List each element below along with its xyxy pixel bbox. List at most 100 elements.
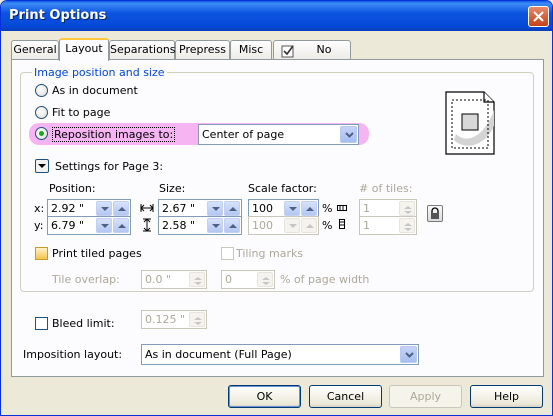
size-width-up[interactable] xyxy=(224,201,240,216)
cancel-button[interactable]: Cancel xyxy=(309,385,382,408)
reposition-target-value: Center of page xyxy=(202,128,285,141)
tiles-x-value: 1 xyxy=(363,202,370,215)
lock-ratio-button[interactable] xyxy=(427,205,443,222)
tiling-marks-checkbox xyxy=(221,247,234,260)
no-issues-icon xyxy=(281,45,294,58)
position-y-value: 6.79 " xyxy=(51,219,85,232)
tab-prepress[interactable]: Prepress xyxy=(175,40,230,60)
y-label: y: xyxy=(34,219,44,232)
size-height-down[interactable] xyxy=(207,218,223,233)
window-title: Print Options xyxy=(9,8,107,23)
title-bar[interactable]: Print Options xyxy=(1,1,552,31)
reposition-target-select[interactable]: Center of page xyxy=(198,124,359,145)
bleed-limit-label[interactable]: Bleed limit: xyxy=(52,317,115,330)
tile-overlap-label: Tile overlap: xyxy=(52,273,120,286)
arrow-up-icon xyxy=(306,207,314,211)
scale-x-value: 100 xyxy=(252,202,273,215)
tile-overlap-percent-input: 0 xyxy=(221,270,275,289)
imposition-layout-label: Imposition layout: xyxy=(23,348,123,361)
tile-overlap-value: 0.0 " xyxy=(145,273,172,286)
tab-layout[interactable]: Layout xyxy=(59,38,109,62)
tab-no-issues[interactable]: No Issues xyxy=(273,40,351,74)
spinner-icon xyxy=(404,223,412,231)
tiles-y-input: 1 xyxy=(359,216,417,235)
fit-to-page-radio[interactable] xyxy=(35,106,48,119)
image-position-group-label: Image position and size xyxy=(32,66,167,79)
spinner-icon xyxy=(194,317,202,325)
chevron-down-icon xyxy=(38,164,46,168)
bleed-limit-checkbox[interactable] xyxy=(35,317,48,330)
ok-button[interactable]: OK xyxy=(228,385,301,408)
position-x-down[interactable] xyxy=(96,201,112,216)
fit-to-page-label[interactable]: Fit to page xyxy=(52,106,110,119)
position-y-up[interactable] xyxy=(113,218,129,233)
scale-y-up xyxy=(301,218,317,233)
vertical-tile-icon xyxy=(339,219,345,229)
scale-x-down[interactable] xyxy=(284,201,300,216)
scale-y-percent: % xyxy=(322,219,333,232)
scale-x-up[interactable] xyxy=(301,201,317,216)
help-button[interactable]: Help xyxy=(470,385,543,408)
arrow-up-icon xyxy=(229,224,237,228)
chevron-down-icon xyxy=(405,352,414,358)
settings-collapse-button[interactable] xyxy=(35,159,49,173)
imposition-dropdown-button[interactable] xyxy=(400,346,417,363)
reposition-images-radio[interactable] xyxy=(35,127,48,140)
print-tiled-pages-label[interactable]: Print tiled pages xyxy=(52,247,142,260)
arrow-up-icon xyxy=(306,224,314,228)
tile-overlap-spinner xyxy=(189,272,205,287)
size-label: Size: xyxy=(159,182,186,195)
chevron-down-icon xyxy=(345,132,354,138)
imposition-layout-select[interactable]: As in document (Full Page) xyxy=(141,344,419,365)
as-in-document-radio[interactable] xyxy=(35,84,48,97)
tab-separations[interactable]: Separations xyxy=(109,40,176,60)
position-x-up[interactable] xyxy=(113,201,129,216)
reposition-images-label[interactable]: Reposition images to: xyxy=(52,127,176,142)
print-tiled-pages-checkbox[interactable] xyxy=(35,247,48,260)
spinner-icon xyxy=(262,277,270,285)
close-button[interactable] xyxy=(528,6,549,27)
page-preview xyxy=(444,90,496,159)
size-height-value: 2.58 " xyxy=(162,219,196,232)
size-height-input[interactable]: 2.58 " xyxy=(158,216,242,235)
close-icon xyxy=(533,11,544,22)
scale-y-value: 100 xyxy=(252,219,273,232)
size-width-value: 2.67 " xyxy=(162,202,196,215)
arrow-up-icon xyxy=(118,207,126,211)
size-width-down[interactable] xyxy=(207,201,223,216)
tiles-y-spinner xyxy=(399,218,415,233)
scale-factor-label: Scale factor: xyxy=(248,182,317,195)
horizontal-tile-icon xyxy=(337,205,347,211)
spinner-icon xyxy=(194,277,202,285)
settings-for-page-label: Settings for Page 3: xyxy=(55,160,164,173)
arrow-down-icon xyxy=(212,224,220,228)
bleed-limit-input: 0.125 " xyxy=(141,310,207,329)
x-label: x: xyxy=(34,202,45,215)
apply-button: Apply xyxy=(389,385,462,408)
tile-overlap-input: 0.0 " xyxy=(141,270,207,289)
reposition-dropdown-button[interactable] xyxy=(340,126,357,143)
scale-y-down xyxy=(284,218,300,233)
arrow-down-icon xyxy=(289,224,297,228)
tiling-marks-label: Tiling marks xyxy=(236,247,304,260)
tile-overlap-percent-value: 0 xyxy=(225,273,232,286)
bleed-limit-spinner xyxy=(189,312,205,327)
lock-icon xyxy=(431,207,439,219)
page-preview-icon xyxy=(445,91,495,155)
position-y-down[interactable] xyxy=(96,218,112,233)
position-label: Position: xyxy=(49,182,96,195)
arrow-up-icon xyxy=(229,207,237,211)
position-x-value: 2.92 " xyxy=(51,202,85,215)
arrow-down-icon xyxy=(101,207,109,211)
tab-misc[interactable]: Misc xyxy=(230,40,272,60)
width-icon xyxy=(140,204,154,212)
tiles-label: # of tiles: xyxy=(359,182,413,195)
position-y-input[interactable]: 6.79 " xyxy=(47,216,131,235)
print-options-dialog: Print Options General Layout Separations… xyxy=(0,0,553,416)
scale-x-percent: % xyxy=(322,202,333,215)
scale-y-input: 100 xyxy=(248,216,319,235)
tab-general[interactable]: General xyxy=(11,40,59,60)
size-height-up[interactable] xyxy=(224,218,240,233)
as-in-document-label[interactable]: As in document xyxy=(52,84,138,97)
percent-page-width-label: % of page width xyxy=(280,273,370,286)
